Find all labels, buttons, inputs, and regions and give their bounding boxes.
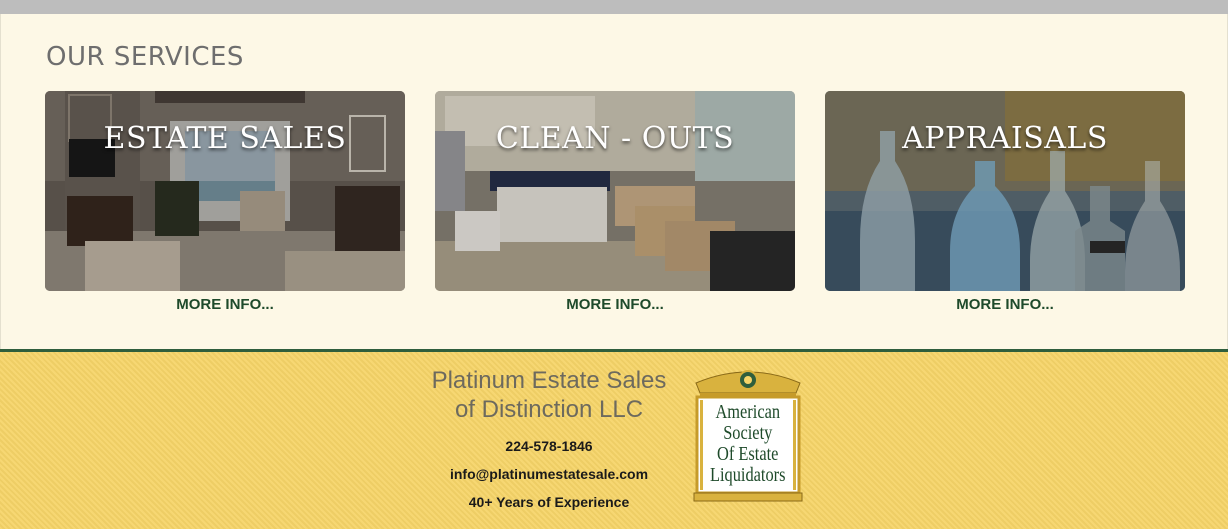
footer: Platinum Estate Sales of Distinction LLC… <box>0 349 1228 529</box>
company-name-line2: of Distinction LLC <box>454 396 644 423</box>
appraisals-image[interactable]: APPRAISALS <box>825 91 1185 291</box>
company-name-line1: Platinum Estate Sales <box>431 367 667 394</box>
section-title: OUR SERVICES <box>46 42 244 72</box>
badge-text-of-estate: Of Estate <box>717 443 778 465</box>
service-card-appraisals: APPRAISALS MORE INFO... <box>825 91 1185 313</box>
badge-text-liquidators: Liquidators <box>710 464 786 486</box>
service-card-clean-outs: CLEAN - OUTS MORE INFO... <box>435 91 795 313</box>
email-address[interactable]: info@platinumestatesale.com <box>408 466 690 482</box>
appraisals-more-info-link[interactable]: MORE INFO... <box>825 296 1185 313</box>
phone-number[interactable]: 224-578-1846 <box>408 438 690 454</box>
badge-text-society: Society <box>723 422 773 444</box>
clean-outs-more-info-link[interactable]: MORE INFO... <box>435 296 795 313</box>
clean-outs-image[interactable]: CLEAN - OUTS <box>435 91 795 291</box>
experience-text: 40+ Years of Experience <box>468 494 630 510</box>
estate-sales-title: ESTATE SALES <box>103 121 347 156</box>
clean-outs-title: CLEAN - OUTS <box>495 121 735 156</box>
top-bar <box>0 0 1228 14</box>
appraisals-title: APPRAISALS <box>902 121 1108 156</box>
company-name: Platinum Estate Sales of Distinction LLC <box>408 366 690 424</box>
badge-text-american: American <box>715 401 780 423</box>
estate-sales-more-info-link[interactable]: MORE INFO... <box>45 296 405 313</box>
services-section: OUR SERVICES ESTATE SALES MORE INFO... C… <box>0 14 1228 349</box>
asel-logo[interactable]: American Society Of Estate Liquidators <box>692 367 804 505</box>
service-card-estate-sales: ESTATE SALES MORE INFO... <box>45 91 405 313</box>
estate-sales-image[interactable]: ESTATE SALES <box>45 91 405 291</box>
